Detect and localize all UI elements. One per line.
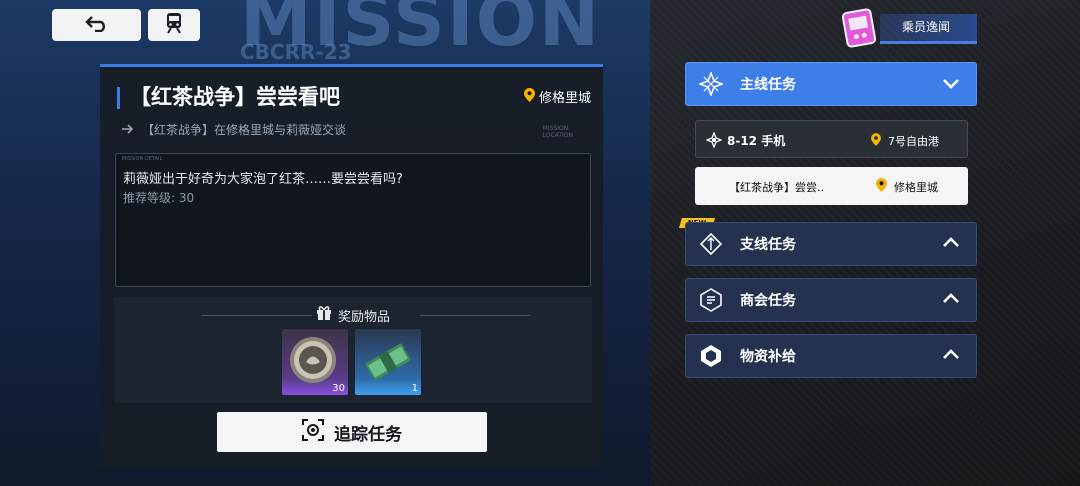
back-button[interactable]	[52, 9, 141, 41]
quest-location: 修格里城	[894, 181, 938, 194]
category-label: 商会任务	[740, 293, 796, 309]
track-mission-label: 追踪任务	[334, 424, 402, 445]
category-label: 支线任务	[740, 237, 796, 253]
target-scan-icon	[302, 418, 324, 446]
mission-description-box: MISSION DETAIL 莉薇娅出于好奇为大家泡了红茶……要尝尝看吗? 推荐…	[115, 153, 591, 287]
reward-count: 30	[332, 383, 345, 394]
compass-emblem-icon	[698, 71, 724, 97]
mission-detail-panel: 【红茶战争】尝尝看吧 修格里城 【红茶战争】在修格里城与莉薇娅交谈 MISSIO…	[100, 64, 603, 467]
crate-emblem-icon	[698, 343, 724, 369]
train-icon	[164, 12, 184, 38]
quest-name: 8-12 手机	[727, 134, 786, 148]
location-pin-icon	[871, 133, 881, 149]
detail-tag: MISSION DETAIL	[122, 156, 163, 162]
undo-arrow-icon	[84, 14, 110, 36]
category-guild-quest[interactable]: 商会任务	[685, 278, 977, 322]
chevron-up-icon	[942, 236, 960, 254]
background-code: CBCRR-23	[240, 40, 352, 64]
chevron-up-icon	[942, 292, 960, 310]
category-side-quest[interactable]: 支线任务	[685, 222, 977, 266]
mission-location: 修格里城	[523, 87, 591, 106]
location-tag: MISSION LOCATION	[542, 125, 573, 139]
main-quest-item-1[interactable]: 8-12 手机 7号自由港	[695, 120, 968, 158]
mission-objective: 【红茶战争】在修格里城与莉薇娅交谈	[122, 121, 346, 138]
rewards-label: 奖励物品	[337, 309, 390, 325]
mission-description: 莉薇娅出于好奇为大家泡了红茶……要尝尝看吗?	[123, 172, 403, 187]
chevron-down-icon	[942, 76, 960, 94]
objective-text: 【红茶战争】在修格里城与莉薇娅交谈	[142, 123, 347, 137]
reward-item-coin-medal[interactable]: 30	[282, 329, 348, 395]
quest-name: 【红茶战争】尝尝..	[729, 181, 824, 194]
reward-item-cash-bundle[interactable]: 1	[355, 329, 421, 395]
category-label: 主线任务	[740, 77, 796, 93]
location-pin-icon	[876, 178, 887, 195]
quest-emblem-icon	[705, 131, 723, 151]
location-label: 修格里城	[538, 91, 591, 106]
category-label: 物资补给	[740, 349, 796, 365]
quest-location: 7号自由港	[888, 135, 939, 148]
gamepad-phone-icon	[841, 7, 877, 49]
track-mission-button[interactable]: 追踪任务	[217, 412, 487, 452]
chevron-up-icon	[942, 348, 960, 366]
mission-title: 【红茶战争】尝尝看吧	[130, 85, 340, 109]
diamond-emblem-icon	[698, 231, 724, 257]
title-accent-bar	[117, 87, 120, 109]
crew-stories-tab[interactable]: 乘员逸闻	[840, 7, 977, 49]
category-supply[interactable]: 物资补给	[685, 334, 977, 378]
train-button[interactable]	[148, 9, 200, 41]
category-main-quest[interactable]: 主线任务	[685, 62, 977, 106]
rewards-section: 奖励物品 30 1	[114, 297, 592, 403]
recommended-level: 推荐等级: 30	[123, 191, 195, 205]
main-quest-item-2-selected[interactable]: 【红茶战争】尝尝.. 修格里城	[695, 167, 968, 205]
rewards-header: 奖励物品	[114, 305, 592, 325]
location-pin-icon	[523, 87, 535, 106]
crew-stories-label: 乘员逸闻	[902, 20, 951, 34]
guild-emblem-icon	[698, 287, 724, 313]
gift-icon	[316, 305, 332, 325]
reward-count: 1	[411, 383, 418, 394]
arrow-right-icon	[122, 123, 134, 137]
